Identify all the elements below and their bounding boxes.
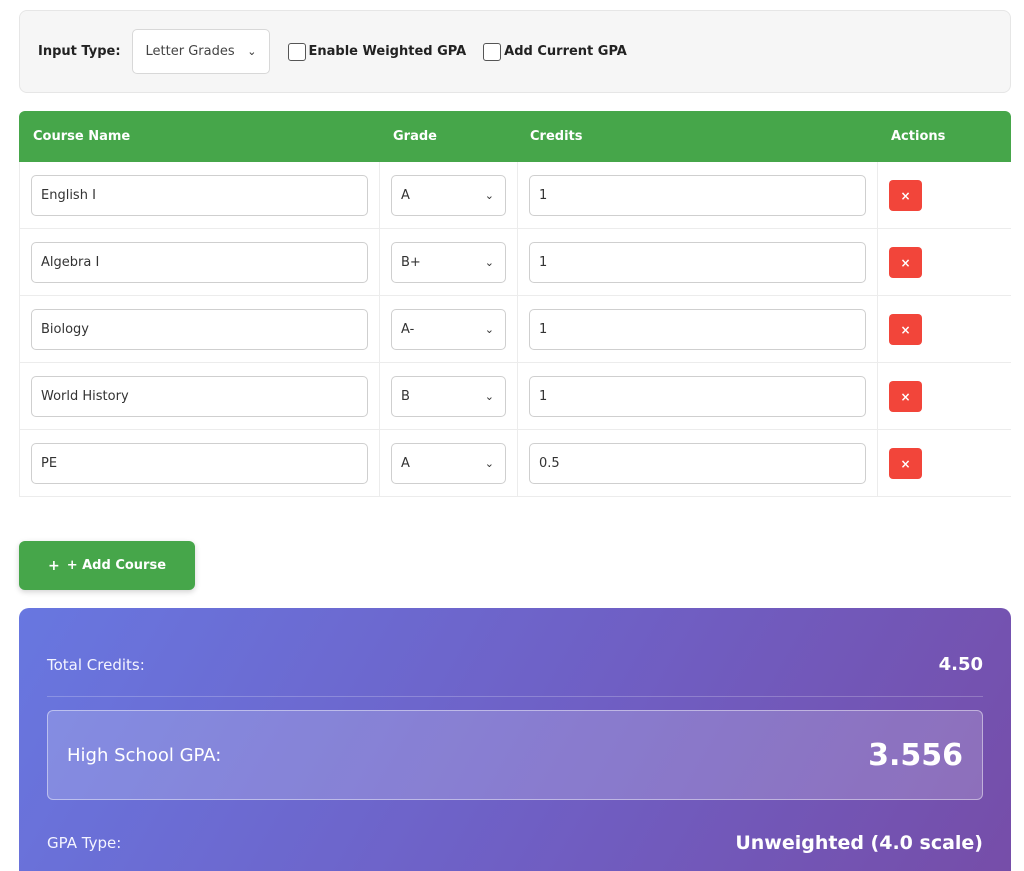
input-type-label: Input Type:: [38, 44, 121, 59]
credits-input[interactable]: 1: [529, 309, 866, 350]
input-type-value: Letter Grades: [145, 44, 235, 59]
grade-select[interactable]: A ⌄: [391, 443, 506, 484]
chevron-down-icon: ⌄: [484, 390, 494, 403]
grade-select[interactable]: A ⌄: [391, 175, 506, 216]
course-name-input[interactable]: Biology: [31, 309, 368, 350]
chevron-down-icon: ⌄: [484, 457, 494, 470]
weighted-gpa-label[interactable]: Enable Weighted GPA: [309, 44, 467, 59]
course-name-input[interactable]: Algebra I: [31, 242, 368, 283]
current-gpa-toggle[interactable]: Add Current GPA: [483, 42, 627, 61]
chevron-down-icon: ⌄: [484, 256, 494, 269]
grade-select[interactable]: B+ ⌄: [391, 242, 506, 283]
close-icon: ×: [900, 389, 911, 404]
delete-course-button[interactable]: ×: [889, 314, 922, 345]
current-gpa-label[interactable]: Add Current GPA: [504, 44, 627, 59]
chevron-down-icon: ⌄: [484, 323, 494, 336]
add-course-button[interactable]: + + Add Course: [19, 541, 195, 590]
header-actions: Actions: [891, 129, 946, 144]
delete-course-button[interactable]: ×: [889, 381, 922, 412]
chevron-down-icon: ⌄: [247, 45, 257, 58]
add-course-label: + Add Course: [66, 558, 167, 573]
grade-value: B: [401, 389, 410, 404]
table-row: World History B ⌄ 1 ×: [19, 363, 1011, 430]
grade-select[interactable]: A- ⌄: [391, 309, 506, 350]
weighted-gpa-checkbox[interactable]: [287, 42, 306, 61]
current-gpa-checkbox[interactable]: [483, 42, 502, 61]
results-divider: [47, 696, 983, 697]
results-panel: Total Credits: 4.50 High School GPA: 3.5…: [19, 608, 1011, 871]
course-name-input[interactable]: English I: [31, 175, 368, 216]
delete-course-button[interactable]: ×: [889, 448, 922, 479]
table-row: English I A ⌄ 1 ×: [19, 162, 1011, 229]
grade-value: A-: [401, 322, 415, 337]
grade-select[interactable]: B ⌄: [391, 376, 506, 417]
header-credits: Credits: [530, 129, 583, 144]
table-row: Algebra I B+ ⌄ 1 ×: [19, 229, 1011, 296]
close-icon: ×: [900, 188, 911, 203]
course-name-input[interactable]: World History: [31, 376, 368, 417]
grade-value: A: [401, 188, 410, 203]
total-credits-label: Total Credits:: [47, 655, 145, 674]
close-icon: ×: [900, 255, 911, 270]
chevron-down-icon: ⌄: [484, 189, 494, 202]
header-grade: Grade: [393, 129, 437, 144]
table-row: Biology A- ⌄ 1 ×: [19, 296, 1011, 363]
total-credits-value: 4.50: [938, 654, 983, 675]
delete-course-button[interactable]: ×: [889, 247, 922, 278]
gpa-value: 3.556: [868, 737, 963, 773]
total-credits-row: Total Credits: 4.50: [47, 654, 983, 675]
gpa-type-row: GPA Type: Unweighted (4.0 scale): [47, 832, 983, 854]
weighted-gpa-toggle[interactable]: Enable Weighted GPA: [287, 42, 467, 61]
credits-input[interactable]: 1: [529, 376, 866, 417]
table-header: Course Name Grade Credits Actions: [19, 111, 1011, 162]
plus-icon: +: [47, 557, 60, 574]
input-type-select[interactable]: Letter Grades ⌄: [131, 29, 270, 74]
header-course-name: Course Name: [33, 129, 131, 144]
grade-value: B+: [401, 255, 421, 270]
delete-course-button[interactable]: ×: [889, 180, 922, 211]
gpa-box: High School GPA: 3.556: [47, 710, 983, 800]
gpa-type-label: GPA Type:: [47, 834, 122, 852]
gpa-type-value: Unweighted (4.0 scale): [735, 832, 983, 854]
credits-input[interactable]: 0.5: [529, 443, 866, 484]
close-icon: ×: [900, 456, 911, 471]
grade-value: A: [401, 456, 410, 471]
credits-input[interactable]: 1: [529, 242, 866, 283]
gpa-label: High School GPA:: [67, 744, 222, 766]
options-bar: Input Type: Letter Grades ⌄ Enable Weigh…: [19, 10, 1011, 93]
table-row: PE A ⌄ 0.5 ×: [19, 430, 1011, 497]
close-icon: ×: [900, 322, 911, 337]
credits-input[interactable]: 1: [529, 175, 866, 216]
course-table: Course Name Grade Credits Actions Englis…: [19, 111, 1011, 497]
course-name-input[interactable]: PE: [31, 443, 368, 484]
